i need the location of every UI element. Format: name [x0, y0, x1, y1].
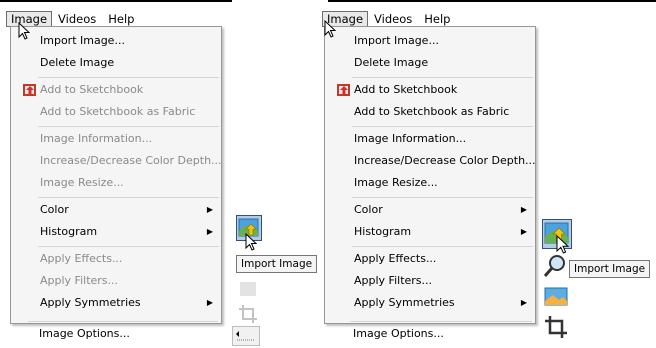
menu-separator: [38, 197, 219, 198]
menu-separator: [38, 246, 219, 247]
menu-separator: [352, 126, 533, 127]
tooltip: Import Image: [236, 255, 318, 273]
crop-tool-button[interactable]: [236, 302, 262, 328]
crop-icon: [545, 316, 567, 338]
menu-item-color[interactable]: Color ▶: [325, 199, 535, 221]
menu-item-add-to-sketchbook[interactable]: Add to Sketchbook: [325, 79, 535, 101]
menu-item-color-depth[interactable]: Increase/Decrease Color Depth...: [11, 150, 222, 172]
menu-item-apply-symmetries[interactable]: Apply Symmetries ▶: [11, 292, 221, 314]
submenu-arrow-icon: ▶: [206, 298, 213, 307]
menu-item-apply-effects[interactable]: Apply Effects...: [325, 248, 535, 270]
menu-separator: [352, 77, 533, 78]
menu-item-image-options[interactable]: Image Options...: [10, 323, 249, 345]
menu-item-image-information[interactable]: Image Information...: [11, 128, 221, 150]
menu-screenshot-enabled: Image Videos Help Import Image... Delete…: [322, 0, 656, 347]
mouse-cursor-icon: [245, 232, 258, 254]
menu-item-histogram[interactable]: Histogram ▶: [325, 221, 535, 243]
menu-separator: [38, 126, 219, 127]
menu-screenshot-disabled: Image Videos Help Import Image... Delete…: [0, 0, 330, 347]
landscape-image-icon: [544, 287, 568, 306]
menubar-help[interactable]: Help: [102, 11, 140, 27]
image-menu: Import Image... Delete Image Add to Sket…: [324, 26, 536, 324]
menu-bar: Image Videos Help: [322, 10, 456, 27]
image-menu: Import Image... Delete Image Add to Sket…: [10, 26, 222, 324]
menu-item-apply-effects[interactable]: Apply Effects...: [11, 248, 221, 270]
menu-item-apply-symmetries[interactable]: Apply Symmetries ▶: [325, 292, 535, 314]
menu-item-image-options[interactable]: Image Options...: [324, 323, 563, 345]
menu-item-import-image[interactable]: Import Image...: [325, 30, 535, 52]
menu-item-apply-filters[interactable]: Apply Filters...: [11, 270, 221, 292]
menu-item-add-to-sketchbook-fabric[interactable]: Add to Sketchbook as Fabric: [325, 101, 535, 123]
sketchbook-icon: [23, 83, 37, 97]
menu-item-image-information[interactable]: Image Information...: [325, 128, 535, 150]
menubar-videos[interactable]: Videos: [52, 11, 102, 27]
mouse-cursor-icon: [324, 19, 337, 41]
menu-item-add-to-sketchbook-fabric[interactable]: Add to Sketchbook as Fabric: [11, 101, 221, 123]
menu-item-delete-image[interactable]: Delete Image: [325, 52, 535, 74]
menu-item-color-depth[interactable]: Increase/Decrease Color Depth...: [325, 150, 536, 172]
menu-item-image-resize[interactable]: Image Resize...: [11, 172, 221, 194]
menu-item-image-resize[interactable]: Image Resize...: [325, 172, 535, 194]
menu-item-delete-image[interactable]: Delete Image: [11, 52, 221, 74]
image-tool-button[interactable]: [542, 285, 572, 311]
submenu-arrow-icon: ▶: [520, 298, 527, 307]
menu-separator: [28, 321, 218, 322]
mouse-cursor-icon: [556, 234, 570, 257]
menu-item-color[interactable]: Color ▶: [11, 199, 221, 221]
menu-item-apply-filters[interactable]: Apply Filters...: [325, 270, 535, 292]
submenu-arrow-icon: ▶: [206, 227, 213, 236]
menubar-help[interactable]: Help: [418, 11, 456, 27]
menu-separator: [38, 77, 219, 78]
menu-separator: [350, 321, 532, 322]
menu-separator: [352, 246, 533, 247]
submenu-arrow-icon: ▶: [520, 205, 527, 214]
submenu-arrow-icon: ▶: [520, 227, 527, 236]
tool-button-disabled[interactable]: [236, 278, 262, 304]
mouse-cursor-icon: [18, 21, 31, 43]
tooltip: Import Image: [569, 260, 651, 278]
menu-item-import-image[interactable]: Import Image...: [11, 30, 221, 52]
scrollbar[interactable]: [232, 326, 260, 346]
crop-icon: [239, 305, 257, 323]
menu-item-histogram[interactable]: Histogram ▶: [11, 221, 221, 243]
menu-separator: [352, 197, 533, 198]
menubar-videos[interactable]: Videos: [368, 11, 418, 27]
sketchbook-icon: [337, 83, 351, 97]
window-border: [0, 0, 232, 2]
submenu-arrow-icon: ▶: [206, 205, 213, 214]
window-border: [328, 0, 656, 2]
crop-tool-button[interactable]: [542, 313, 572, 343]
menu-item-add-to-sketchbook[interactable]: Add to Sketchbook: [11, 79, 221, 101]
